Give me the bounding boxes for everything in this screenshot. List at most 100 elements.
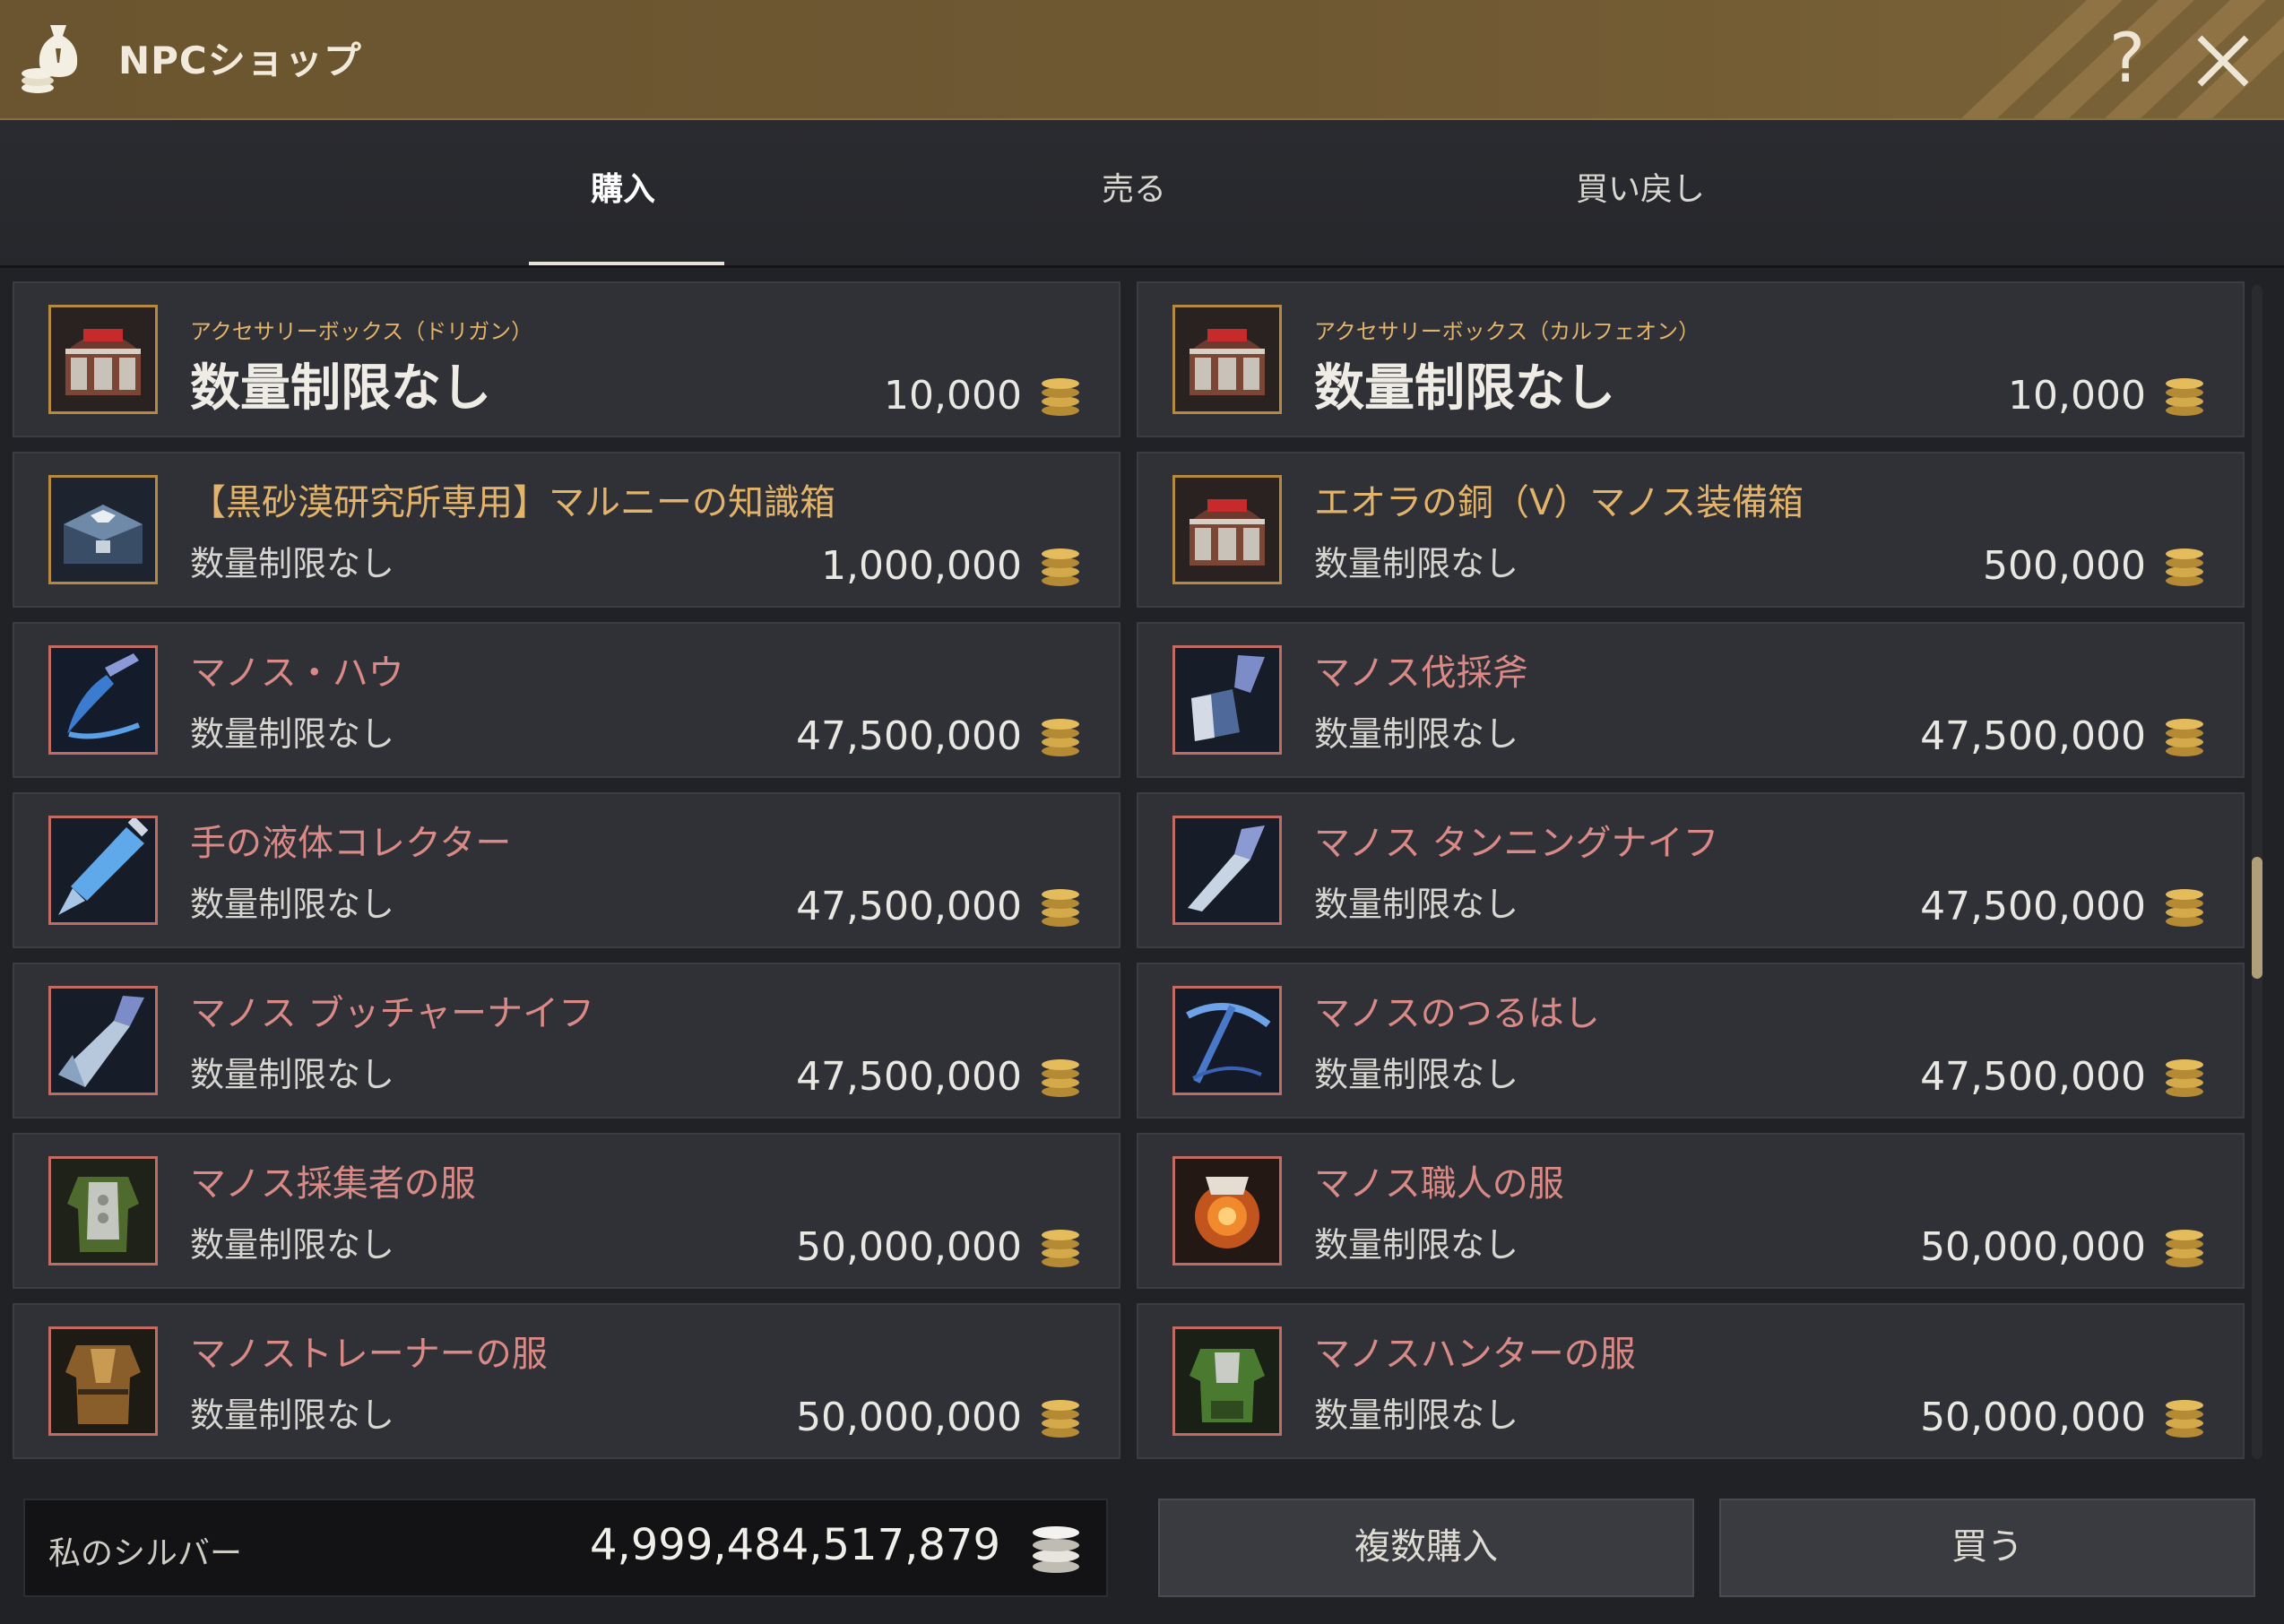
item-name: マノス・ハウ xyxy=(190,652,404,694)
list-item[interactable]: マノス タンニングナイフ 数量制限なし 47,500,000 xyxy=(1137,792,2245,948)
scrollbar-thumb[interactable] xyxy=(2252,857,2262,979)
silver-coin-icon xyxy=(2166,549,2203,586)
silver-pouch-icon xyxy=(20,18,97,100)
divider xyxy=(0,265,2284,268)
red-treasure-chest-icon xyxy=(48,305,158,414)
silver-coin-icon xyxy=(2166,378,2203,416)
silver-coin-icon xyxy=(1033,1526,1079,1573)
item-list: アクセサリーボックス（ドリガン） 数量制限なし 10,000 アクセサリーボック… xyxy=(13,281,2245,1464)
item-limit: 数量制限なし xyxy=(1314,885,1519,924)
item-limit: 数量制限なし xyxy=(190,885,395,924)
silver-coin-icon xyxy=(1042,889,1079,927)
list-item[interactable]: エオラの銅（V）マノス装備箱 数量制限なし 500,000 xyxy=(1137,452,2245,608)
item-price: 47,500,000 xyxy=(796,884,1022,929)
item-price: 10,000 xyxy=(884,373,1022,419)
item-name: エオラの銅（V）マノス装備箱 xyxy=(1314,482,1804,523)
help-button[interactable]: ? xyxy=(2096,18,2159,99)
tab-buyback[interactable]: 買い戻し xyxy=(1524,163,1757,210)
title-bar[interactable]: NPCショップ ? xyxy=(0,0,2284,120)
multi-buy-button[interactable]: 複数購入 xyxy=(1158,1499,1694,1597)
shop-tabs: 購入 売る 買い戻し xyxy=(0,120,2284,266)
silver-balance: 私のシルバー 4,999,484,517,879 xyxy=(23,1499,1108,1597)
silver-coin-icon xyxy=(2166,1230,2203,1267)
item-price: 1,000,000 xyxy=(821,543,1022,589)
item-price: 50,000,000 xyxy=(1920,1395,2146,1440)
silver-coin-icon xyxy=(1042,1400,1079,1438)
silver-coin-icon xyxy=(2166,889,2203,927)
list-item[interactable]: 【黒砂漠研究所専用】マルニーの知識箱 数量制限なし 1,000,000 xyxy=(13,452,1120,608)
item-name: マノスハンターの服 xyxy=(1314,1334,1636,1375)
buy-button[interactable]: 買う xyxy=(1719,1499,2255,1597)
list-item[interactable]: マノス伐採斧 数量制限なし 47,500,000 xyxy=(1137,622,2245,778)
item-price: 500,000 xyxy=(1983,543,2146,589)
gatherer-outfit-icon xyxy=(48,1156,158,1266)
item-price: 50,000,000 xyxy=(796,1224,1022,1270)
silver-value: 4,999,484,517,879 xyxy=(589,1520,1000,1570)
item-limit: 数量制限なし xyxy=(1314,1395,1519,1435)
silver-coin-icon xyxy=(2166,1400,2203,1438)
window-title: NPCショップ xyxy=(118,39,362,82)
list-item[interactable]: マノス ブッチャーナイフ 数量制限なし 47,500,000 xyxy=(13,963,1120,1119)
item-name: マノス職人の服 xyxy=(1314,1163,1564,1205)
tab-buy[interactable]: 購入 xyxy=(520,163,726,210)
item-limit: 数量制限なし xyxy=(1314,359,1615,418)
item-price: 10,000 xyxy=(2008,373,2146,419)
item-name: 【黒砂漠研究所専用】マルニーの知識箱 xyxy=(190,482,835,523)
list-item[interactable]: マノスのつるはし 数量制限なし 47,500,000 xyxy=(1137,963,2245,1119)
silver-coin-icon xyxy=(1042,378,1079,416)
craftsman-outfit-icon xyxy=(1172,1156,1282,1266)
item-limit: 数量制限なし xyxy=(190,1055,395,1094)
close-icon[interactable] xyxy=(2187,25,2259,97)
red-treasure-chest-icon xyxy=(1172,305,1282,414)
item-limit: 数量制限なし xyxy=(1314,544,1519,583)
item-name: マノス採集者の服 xyxy=(190,1163,476,1205)
list-item[interactable]: 手の液体コレクター 数量制限なし 47,500,000 xyxy=(13,792,1120,948)
item-limit: 数量制限なし xyxy=(1314,1055,1519,1094)
list-item[interactable]: マノス・ハウ 数量制限なし 47,500,000 xyxy=(13,622,1120,778)
footer: 私のシルバー 4,999,484,517,879 複数購入 買う xyxy=(0,1470,2284,1624)
item-price: 50,000,000 xyxy=(1920,1224,2146,1270)
syringe-icon xyxy=(48,816,158,925)
list-item[interactable]: マノストレーナーの服 数量制限なし 50,000,000 xyxy=(13,1303,1120,1459)
silver-coin-icon xyxy=(1042,1059,1079,1097)
npc-shop-window: NPCショップ ? 購入 売る 買い戻し アクセサリーボックス（ドリガン） 数量… xyxy=(0,0,2284,1624)
silver-label: 私のシルバー xyxy=(48,1535,243,1572)
list-item[interactable]: マノス職人の服 数量制限なし 50,000,000 xyxy=(1137,1133,2245,1289)
item-name: アクセサリーボックス（ドリガン） xyxy=(190,319,533,344)
item-limit: 数量制限なし xyxy=(190,359,491,418)
silver-coin-icon xyxy=(1042,1230,1079,1267)
silver-coin-icon xyxy=(2166,1059,2203,1097)
item-name: マノス伐採斧 xyxy=(1314,652,1528,694)
item-price: 47,500,000 xyxy=(796,1054,1022,1100)
list-item[interactable]: アクセサリーボックス（ドリガン） 数量制限なし 10,000 xyxy=(13,281,1120,437)
item-name: マノスのつるはし xyxy=(1314,993,1600,1034)
red-treasure-chest-icon xyxy=(1172,475,1282,584)
silver-coin-icon xyxy=(1042,719,1079,756)
item-price: 47,500,000 xyxy=(796,713,1022,759)
blue-knowledge-chest-icon xyxy=(48,475,158,584)
tanning-knife-icon xyxy=(1172,816,1282,925)
item-limit: 数量制限なし xyxy=(1314,714,1519,754)
item-limit: 数量制限なし xyxy=(190,714,395,754)
list-item[interactable]: アクセサリーボックス（カルフェオン） 数量制限なし 10,000 xyxy=(1137,281,2245,437)
silver-coin-icon xyxy=(1042,549,1079,586)
item-name: マノス タンニングナイフ xyxy=(1314,823,1719,864)
pickaxe-icon xyxy=(1172,986,1282,1095)
hunter-outfit-icon xyxy=(1172,1326,1282,1436)
silver-coin-icon xyxy=(2166,719,2203,756)
item-name: マノストレーナーの服 xyxy=(190,1334,548,1375)
trainer-outfit-icon xyxy=(48,1326,158,1436)
list-item[interactable]: マノス採集者の服 数量制限なし 50,000,000 xyxy=(13,1133,1120,1289)
item-limit: 数量制限なし xyxy=(190,1225,395,1265)
item-price: 50,000,000 xyxy=(796,1395,1022,1440)
item-price: 47,500,000 xyxy=(1920,1054,2146,1100)
item-name: マノス ブッチャーナイフ xyxy=(190,993,595,1034)
item-limit: 数量制限なし xyxy=(190,1395,395,1435)
butcher-knife-icon xyxy=(48,986,158,1095)
manos-axe-icon xyxy=(1172,645,1282,755)
tab-sell[interactable]: 売る xyxy=(1031,163,1237,210)
item-price: 47,500,000 xyxy=(1920,884,2146,929)
item-name: 手の液体コレクター xyxy=(190,823,512,864)
item-name: アクセサリーボックス（カルフェオン） xyxy=(1314,319,1700,344)
list-item[interactable]: マノスハンターの服 数量制限なし 50,000,000 xyxy=(1137,1303,2245,1459)
